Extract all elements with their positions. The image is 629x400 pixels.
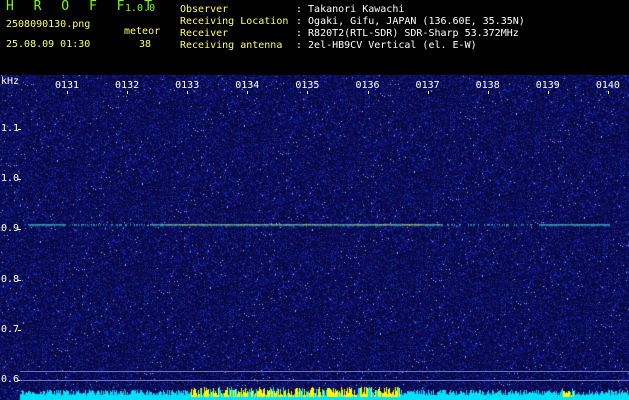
y-tick-mark	[18, 179, 21, 181]
observer-value: : Takanori Kawachi	[296, 4, 405, 15]
y-tick-label: 1.1	[1, 123, 20, 134]
receiver-value: : R820T2(RTL-SDR) SDR-Sharp 53.372MHz	[296, 28, 519, 39]
spectrogram	[0, 75, 629, 400]
y-tick-mark	[18, 229, 21, 231]
x-tick-label: 0140	[595, 80, 620, 91]
file-name: 2508090130.png	[6, 19, 91, 30]
reference-line	[20, 371, 629, 372]
x-tick-label: 0137	[415, 80, 440, 91]
header-panel: H R O F F T 1.0.0 2508090130.png meteor …	[0, 0, 629, 75]
y-tick-label: 0.8	[1, 273, 20, 285]
app-version: 1.0.0	[125, 3, 156, 14]
x-tick-label: 0138	[475, 80, 500, 91]
receiver-key: Receiver	[180, 28, 229, 39]
x-tick-label: 0134	[235, 80, 260, 91]
x-tick-mark	[307, 91, 309, 94]
x-tick-mark	[487, 91, 489, 94]
x-tick-label: 0136	[355, 80, 380, 91]
x-tick-mark	[607, 91, 609, 94]
x-tick-label: 0135	[295, 80, 320, 91]
y-tick-mark	[18, 329, 21, 331]
x-tick-mark	[427, 91, 429, 94]
x-tick-label: 0131	[54, 80, 80, 91]
y-axis-unit: kHz	[1, 76, 20, 87]
datetime: 25.08.09 01:30	[6, 39, 91, 50]
observer-key: Observer	[180, 4, 229, 15]
y-tick-label: 1.0	[1, 173, 20, 185]
x-tick-mark	[547, 91, 549, 94]
x-tick-mark	[367, 91, 369, 94]
x-tick-mark	[127, 91, 129, 94]
y-tick-mark	[18, 279, 21, 281]
y-tick-mark	[18, 129, 21, 130]
y-tick-label: 0.9	[1, 223, 20, 235]
meteor-count: 38	[139, 39, 152, 50]
location-value: : Ogaki, Gifu, JAPAN (136.60E, 35.35N)	[296, 16, 525, 27]
reference-line	[20, 380, 629, 381]
x-tick-label: 0139	[535, 80, 560, 91]
x-tick-mark	[247, 91, 249, 94]
location-key: Receiving Location	[180, 16, 289, 27]
x-tick-mark	[67, 91, 68, 94]
antenna-value: : 2el-HB9CV Vertical (el. E-W)	[296, 40, 477, 51]
y-tick-label: 0.6	[1, 374, 20, 385]
meteor-label: meteor	[124, 26, 161, 37]
x-tick-label: 0132	[115, 80, 140, 91]
x-tick-mark	[187, 91, 189, 94]
antenna-key: Receiving antenna	[180, 40, 283, 51]
y-tick-label: 0.7	[1, 323, 20, 335]
x-tick-label: 0133	[175, 80, 200, 91]
